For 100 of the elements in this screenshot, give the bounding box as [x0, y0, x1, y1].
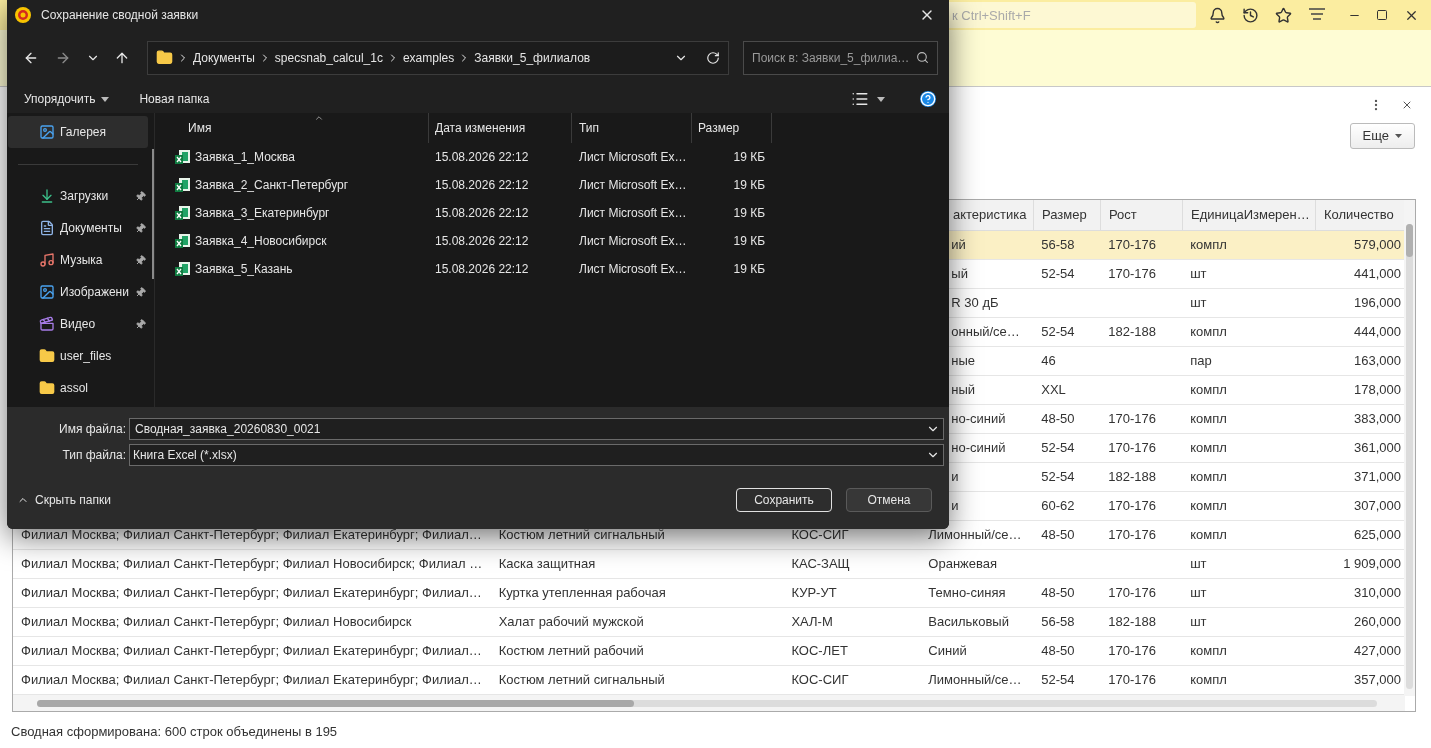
table-cell-text: шт	[1190, 555, 1207, 574]
table-cell-text: 357,000	[1354, 671, 1401, 690]
hide-folders-button[interactable]: Скрыть папки	[17, 491, 111, 509]
file-type: Лист Microsoft Ex…	[578, 149, 688, 166]
column-header[interactable]: ЕдиницаИзмерен…	[1191, 205, 1310, 225]
table-cell-text: ХАЛ-М	[791, 613, 833, 632]
sidebar-item[interactable]: Документы	[8, 212, 148, 244]
table-cell-text: компл	[1190, 671, 1227, 690]
column-header[interactable]: Рост	[1109, 205, 1137, 225]
sort-indicator-icon	[313, 113, 325, 123]
table-cell-text: шт	[1190, 265, 1207, 284]
table-cell-text: 52-54	[1041, 468, 1075, 487]
maximize-icon[interactable]	[1376, 9, 1388, 21]
history-icon[interactable]	[1242, 6, 1259, 24]
table-cell-text: ный	[951, 381, 976, 400]
table-cell-text: 444,000	[1354, 323, 1401, 342]
table-cell-text: онный/се…	[951, 323, 1020, 342]
close-icon[interactable]	[1401, 99, 1413, 111]
table-cell-text: 52-54	[1041, 671, 1075, 690]
favorites-icon[interactable]	[1275, 6, 1292, 24]
column-header[interactable]: Количество	[1324, 205, 1394, 225]
sidebar-item[interactable]: Загрузки	[8, 180, 148, 212]
table-cell-text: компл	[1190, 323, 1227, 342]
table-cell-text: шт	[1190, 294, 1207, 313]
file-type: Лист Microsoft Ex…	[578, 261, 688, 278]
new-folder-button[interactable]: Новая папка	[139, 90, 210, 108]
view-options-button[interactable]	[851, 90, 885, 108]
file-name: Заявка_3_Екатеринбург	[195, 205, 330, 222]
table-cell-text: Филиал Москва; Филиал Санкт-Петербург; Филиал Новосибирск; Филиал …	[21, 555, 483, 574]
file-row[interactable]: Заявка_2_Санкт-Петербург 15.08.2026 22:12 Лист Microsoft Ex… 19 КБ	[171, 171, 949, 199]
file-size: 19 КБ	[732, 233, 765, 250]
horizontal-scrollbar[interactable]	[13, 695, 1405, 711]
table-cell-text: компл	[1190, 236, 1227, 255]
breadcrumb-item[interactable]: Заявки_5_филиалов	[474, 48, 591, 67]
dialog-title: Сохранение сводной заявки	[41, 7, 199, 24]
cancel-button[interactable]: Отмена	[846, 488, 932, 512]
scrollbar-thumb[interactable]	[152, 149, 154, 279]
column-header[interactable]: Размер	[1042, 205, 1087, 225]
file-row[interactable]: Заявка_3_Екатеринбург 15.08.2026 22:12 Лист Microsoft Ex… 19 КБ	[171, 199, 949, 227]
table-cell-text: 48-50	[1041, 410, 1075, 429]
sidebar-item[interactable]: Музыка	[8, 244, 148, 276]
sidebar-item[interactable]: Галерея	[8, 116, 148, 148]
file-row[interactable]: Заявка_5_Казань 15.08.2026 22:12 Лист Microsoft Ex… 19 КБ	[171, 255, 949, 283]
table-cell-text: Синий	[928, 642, 967, 661]
help-icon	[920, 91, 936, 107]
file-row[interactable]: Заявка_4_Новосибирск 15.08.2026 22:12 Лист Microsoft Ex… 19 КБ	[171, 227, 949, 255]
breadcrumb-item[interactable]: specsnab_calcul_1c	[274, 48, 383, 67]
column-header[interactable]: Размер	[692, 113, 772, 143]
table-cell-text: и	[951, 497, 959, 516]
table-cell-text: 427,000	[1354, 642, 1401, 661]
table-cell-text: компл	[1190, 468, 1227, 487]
table-cell-text: 371,000	[1354, 468, 1401, 487]
table-cell-text: компл	[1190, 381, 1227, 400]
table-cell-text: 52-54	[1041, 265, 1075, 284]
notifications-icon[interactable]	[1209, 6, 1226, 24]
table-cell-text: 46	[1041, 352, 1056, 371]
caret-icon	[101, 96, 110, 102]
save-button[interactable]: Сохранить	[736, 488, 832, 512]
more-button[interactable]: Еще	[1349, 123, 1415, 149]
column-header[interactable]: Дата изменения	[429, 113, 572, 143]
file-name: Заявка_5_Казань	[195, 261, 293, 278]
table-cell-text: 170-176	[1108, 642, 1156, 661]
breadcrumb-item[interactable]: examples	[402, 48, 455, 67]
table-cell-text: 56-58	[1041, 613, 1075, 632]
table-cell-text: 579,000	[1354, 236, 1401, 255]
filetype-dropdown[interactable]: Книга Excel (*.xlsx)	[129, 444, 944, 466]
sort-button[interactable]: Упорядочить	[24, 90, 110, 108]
refresh-icon[interactable]	[706, 50, 720, 65]
sidebar-item[interactable]: user_files	[8, 340, 148, 372]
table-cell-text: и	[951, 468, 959, 487]
table-cell-text: но-синий	[951, 410, 1006, 429]
table-cell-text: Филиал Москва; Филиал Санкт-Петербург; Филиал Екатеринбург; Филиал…	[21, 526, 482, 545]
sidebar-item[interactable]: Видео	[8, 308, 148, 340]
table-cell-text: КОС-СИГ	[791, 526, 849, 545]
table-cell-text: 48-50	[1041, 584, 1075, 603]
file-date: 15.08.2026 22:12	[434, 177, 530, 194]
file-row[interactable]: Заявка_1_Москва 15.08.2026 22:12 Лист Microsoft Ex… 19 КБ	[171, 143, 949, 171]
sidebar-item[interactable]: Изображени	[8, 276, 148, 308]
filetype-label: Тип файла:	[61, 447, 127, 464]
file-date: 15.08.2026 22:12	[434, 233, 530, 250]
search-field[interactable]: Поиск в: Заявки_5_филиа…	[743, 40, 938, 75]
table-cell-text: 170-176	[1108, 265, 1156, 284]
breadcrumb-item[interactable]: Документы	[193, 48, 255, 67]
table-cell-text: компл	[1190, 526, 1227, 545]
table-cell-text: КОС-СИГ	[791, 671, 849, 690]
column-header[interactable]: Имя	[171, 113, 429, 143]
filename-field[interactable]: Сводная_заявка_20260830_0021	[129, 418, 944, 440]
table-cell-text: 310,000	[1354, 584, 1401, 603]
caret-icon	[877, 96, 885, 102]
column-header[interactable]: Тип	[572, 113, 692, 143]
vertical-scrollbar[interactable]	[1404, 200, 1415, 696]
table-cell-text: 1 909,000	[1343, 555, 1401, 574]
help-button[interactable]	[920, 91, 936, 107]
file-date: 15.08.2026 22:12	[434, 205, 530, 222]
address-bar[interactable]: Документы specsnab_calcul_1c examples Заявки_5_филиалов	[147, 40, 729, 75]
table-cell-text: R 30 дБ	[951, 294, 999, 313]
menu-icon[interactable]	[1309, 8, 1325, 22]
spreadsheet-icon	[175, 261, 191, 277]
sidebar-item[interactable]: assol	[8, 372, 148, 404]
column-header[interactable]: актеристика	[953, 205, 1027, 225]
